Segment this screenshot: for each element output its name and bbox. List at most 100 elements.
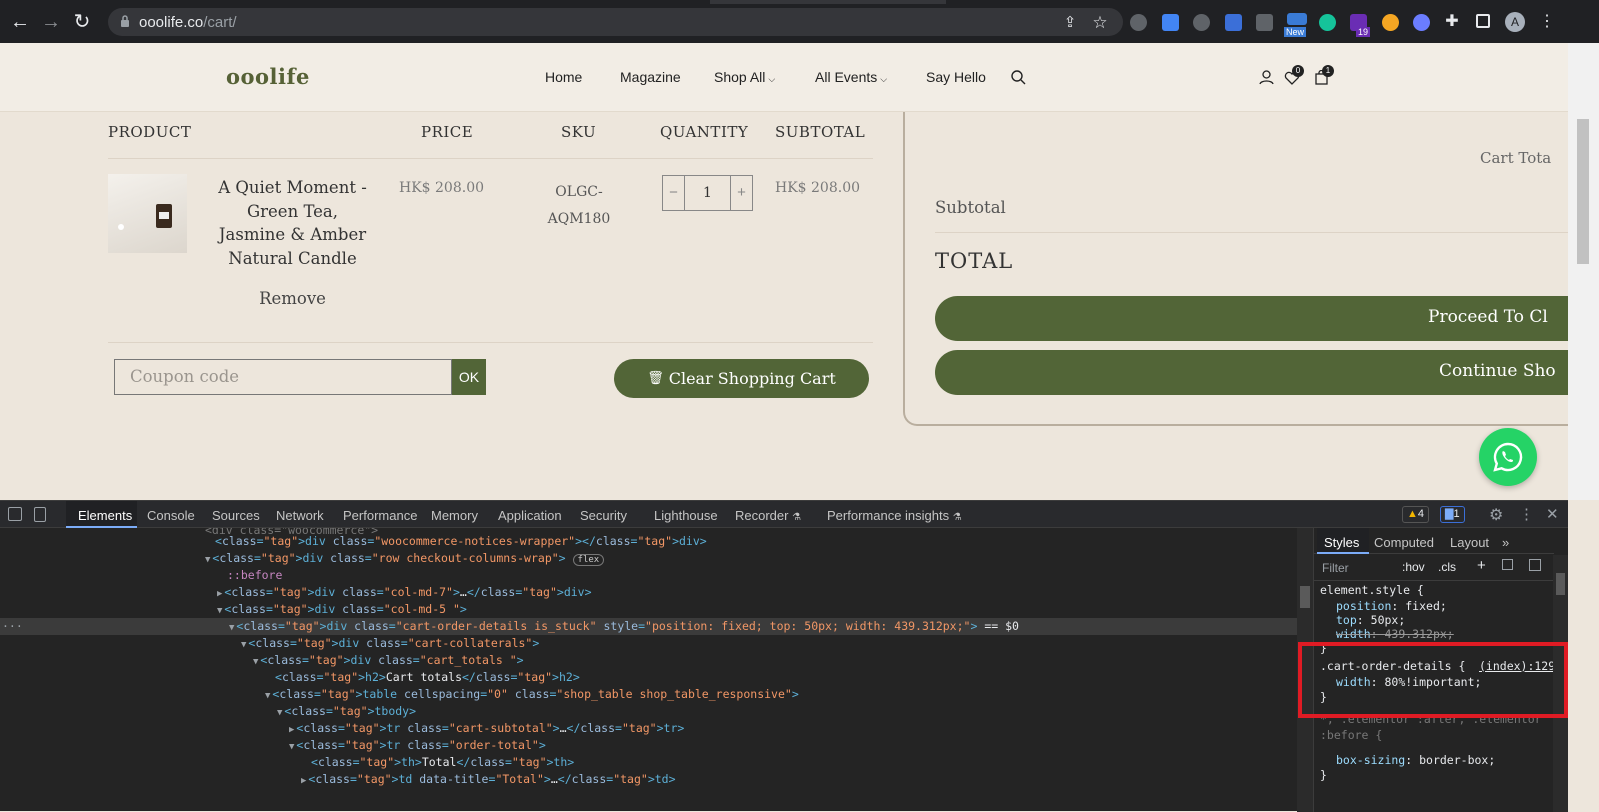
dom-node[interactable]: ▶ <class="tag">div class="col-md-7">…</cl… [217,584,592,601]
nav-say-hello[interactable]: Say Hello [926,69,986,85]
extension-globe-icon[interactable] [1193,14,1210,31]
tab-sources[interactable]: Sources [212,508,260,523]
product-thumbnail[interactable] [108,174,187,253]
tab-network[interactable]: Network [276,508,324,523]
red-highlight-box [1298,642,1568,718]
rule-close: } [1320,768,1327,782]
extension-grammarly-icon[interactable] [1319,14,1336,31]
bookmark-star-icon[interactable]: ☆ [1088,10,1112,34]
styles-filter-input[interactable]: Filter [1322,561,1394,575]
tab-recorder[interactable]: Recorder ⚗ [735,508,801,523]
dom-node[interactable]: ▼ <class="tag">tbody> [277,703,416,720]
side-panel-icon[interactable] [1476,14,1490,28]
style-property[interactable]: box-sizing: border-box; [1336,752,1495,769]
dom-node[interactable]: <class="tag">th>Total</class="tag">th> [301,754,574,771]
toggle-sidebar-icon[interactable] [1529,559,1541,571]
quantity-input[interactable]: 1 [685,176,730,210]
col-header-subtotal: SUBTOTAL [775,123,866,141]
nav-home[interactable]: Home [545,69,582,85]
search-icon[interactable] [1011,70,1026,85]
nav-shop-all[interactable]: Shop All ⌵ [714,69,775,85]
dom-node[interactable]: ▼ <class="tag">div class="cart_totals "> [253,652,524,669]
paint-brush-icon[interactable] [1502,559,1513,570]
site-logo[interactable]: ooolife [226,64,310,89]
divider [108,342,873,343]
col-header-quantity: QUANTITY [660,123,749,141]
cart-count-badge: 1 [1322,65,1334,77]
dom-node[interactable]: ▶ <class="tag">tr class="cart-subtotal">…… [289,720,684,737]
profile-avatar[interactable]: A [1505,12,1525,32]
address-bar[interactable]: ooolife.co/cart/ ⇪ ☆ [108,8,1123,36]
dom-node[interactable]: ▼ <class="tag">tr class="order-total"> [289,737,546,754]
account-icon[interactable] [1259,70,1274,85]
whatsapp-button[interactable] [1479,428,1537,486]
quantity-minus-button[interactable]: − [663,176,685,210]
tab-styles[interactable]: Styles [1324,535,1359,550]
dom-node[interactable]: ▼ <class="tag">div class="cart-collateral… [241,635,539,652]
row-more-icon[interactable]: ··· [2,618,23,635]
dom-node[interactable]: ::before [217,567,282,584]
extension-orange-icon[interactable] [1382,14,1399,31]
tab-performance-insights[interactable]: Performance insights ⚗ [827,508,962,523]
settings-gear-icon[interactable]: ⚙ [1489,505,1503,525]
prop-name: top [1336,613,1357,627]
product-name-line: Green Tea, [246,201,339,221]
extension-new-icon[interactable] [1287,13,1307,25]
browser-menu-icon[interactable]: ⋮ [1535,10,1559,34]
dom-scrollbar-thumb[interactable] [1300,586,1310,608]
extension-spiral-icon[interactable] [1413,14,1430,31]
extension-docs-icon[interactable] [1162,14,1179,31]
new-rule-icon[interactable]: + [1477,557,1486,574]
product-name[interactable]: A Quiet Moment - Green Tea, Jasmine & Am… [200,176,385,270]
divider [108,158,873,159]
dom-node[interactable]: <class="tag">div class="woocommerce-noti… [205,533,707,550]
messages-counter[interactable]: ▇1 [1440,506,1465,523]
warnings-counter[interactable]: ▲4 [1402,506,1430,523]
clear-cart-label: Clear Shopping Cart [668,369,836,388]
cls-toggle[interactable]: .cls [1438,560,1456,574]
tab-memory[interactable]: Memory [431,508,478,523]
hov-toggle[interactable]: :hov [1402,560,1425,574]
dom-node[interactable]: ▼ <class="tag">div class="col-md-5 "> [217,601,467,618]
tab-lighthouse[interactable]: Lighthouse [654,508,718,523]
forward-icon[interactable]: → [39,10,63,34]
chevron-down-icon: ⌵ [880,74,888,84]
dom-node[interactable]: ▼ <class="tag">table cellspacing="0" clas… [265,686,799,703]
tab-computed[interactable]: Computed [1374,535,1434,550]
dom-node[interactable]: <class="tag">h2>Cart totals</class="tag"… [265,669,580,686]
tab-performance[interactable]: Performance [343,508,417,523]
more-tabs-icon[interactable]: » [1502,535,1509,550]
inspect-element-icon[interactable] [8,507,22,521]
dom-node[interactable]: ▶ <class="tag">td data-title="Total">…</c… [301,771,676,788]
back-icon[interactable]: ← [8,10,32,34]
proceed-to-checkout-button[interactable]: Proceed To Cl [935,296,1568,341]
nav-magazine[interactable]: Magazine [620,69,681,85]
extension-translate-icon[interactable] [1225,14,1242,31]
continue-shopping-button[interactable]: Continue Sho [935,350,1568,395]
reload-icon[interactable]: ↻ [70,10,94,34]
quantity-plus-button[interactable]: + [730,176,752,210]
tab-layout[interactable]: Layout [1450,535,1489,550]
dom-node-selected[interactable]: ▼ <class="tag">div class="cart-order-deta… [229,618,1019,635]
tab-security[interactable]: Security [580,508,627,523]
extension-recycle-icon[interactable] [1130,14,1147,31]
dom-node[interactable]: ▼ <class="tag">div class="row checkout-co… [205,550,605,567]
styles-scrollbar-thumb[interactable] [1556,573,1565,595]
page-scrollbar[interactable] [1568,43,1599,500]
coupon-input[interactable]: Coupon code [114,359,452,395]
device-toolbar-icon[interactable] [34,507,46,522]
nav-all-events[interactable]: All Events ⌵ [815,69,887,85]
style-property-overridden[interactable]: width: 439.312px; [1336,626,1454,643]
tab-elements[interactable]: Elements [78,508,132,523]
remove-link[interactable]: Remove [200,289,385,308]
tab-console[interactable]: Console [147,508,195,523]
close-devtools-icon[interactable]: ✕ [1546,505,1559,523]
devtools-menu-icon[interactable]: ⋮ [1519,505,1534,523]
share-icon[interactable]: ⇪ [1058,10,1082,34]
clear-cart-button[interactable]: 🗑 Clear Shopping Cart [614,359,869,398]
extension-camera-icon[interactable] [1256,14,1273,31]
apply-coupon-button[interactable]: OK [452,359,486,395]
extensions-puzzle-icon[interactable]: ✚ [1440,10,1464,34]
page-scrollbar-thumb[interactable] [1577,119,1589,264]
tab-application[interactable]: Application [498,508,562,523]
